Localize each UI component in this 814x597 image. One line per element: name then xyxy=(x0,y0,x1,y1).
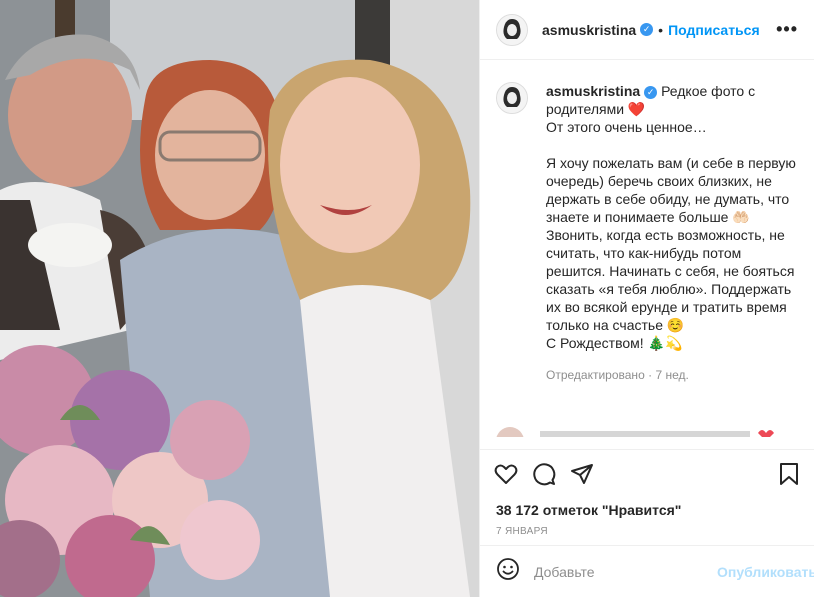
bookmark-icon[interactable] xyxy=(778,462,800,491)
emoji-icon[interactable] xyxy=(496,557,520,586)
avatar-icon xyxy=(497,14,527,45)
post-sidebar: asmuskristina ✓ • Подписаться ••• asmusk… xyxy=(479,0,814,597)
avatar-icon xyxy=(497,83,527,113)
caption-text: asmuskristina ✓ Редкое фото с родителями … xyxy=(546,82,798,352)
more-options-icon[interactable]: ••• xyxy=(776,19,798,40)
partial-comment-sliver xyxy=(496,427,774,437)
action-bar xyxy=(480,449,814,502)
comment-icon[interactable] xyxy=(532,462,556,491)
post-modal: asmuskristina ✓ • Подписаться ••• asmusk… xyxy=(0,0,814,597)
likes-count[interactable]: 38 172 отметок "Нравится" xyxy=(480,502,814,518)
family-photo-illustration xyxy=(0,0,479,597)
caption-avatar[interactable] xyxy=(496,82,528,114)
post-header: asmuskristina ✓ • Подписаться ••• xyxy=(480,0,814,60)
edited-time[interactable]: 7 нед. xyxy=(655,368,688,382)
caption: asmuskristina ✓ Редкое фото с родителями … xyxy=(496,82,798,352)
partial-comment xyxy=(496,427,796,437)
add-comment-form: Опубликовать xyxy=(480,545,814,597)
meta-separator: · xyxy=(648,368,653,382)
edited-label: Отредактировано xyxy=(546,368,645,382)
avatar[interactable] xyxy=(496,13,528,46)
caption-body: Редкое фото с родителями ❤️ От этого оче… xyxy=(546,83,796,351)
post-photo[interactable] xyxy=(0,0,479,597)
follow-button[interactable]: Подписаться xyxy=(668,22,760,38)
username-link[interactable]: asmuskristina xyxy=(542,22,636,38)
heart-icon[interactable] xyxy=(494,462,518,491)
publish-button[interactable]: Опубликовать xyxy=(717,564,814,580)
comments-section: asmuskristina ✓ Редкое фото с родителями … xyxy=(480,60,814,449)
verified-badge-icon: ✓ xyxy=(640,23,654,36)
share-icon[interactable] xyxy=(570,462,594,491)
post-date[interactable]: 7 ЯНВАРЯ xyxy=(480,518,814,537)
caption-username[interactable]: asmuskristina xyxy=(546,83,640,99)
separator-dot: • xyxy=(658,21,664,38)
comment-input[interactable] xyxy=(532,562,717,581)
post-meta: Отредактировано · 7 нед. xyxy=(546,368,798,382)
verified-badge-icon: ✓ xyxy=(644,85,658,99)
